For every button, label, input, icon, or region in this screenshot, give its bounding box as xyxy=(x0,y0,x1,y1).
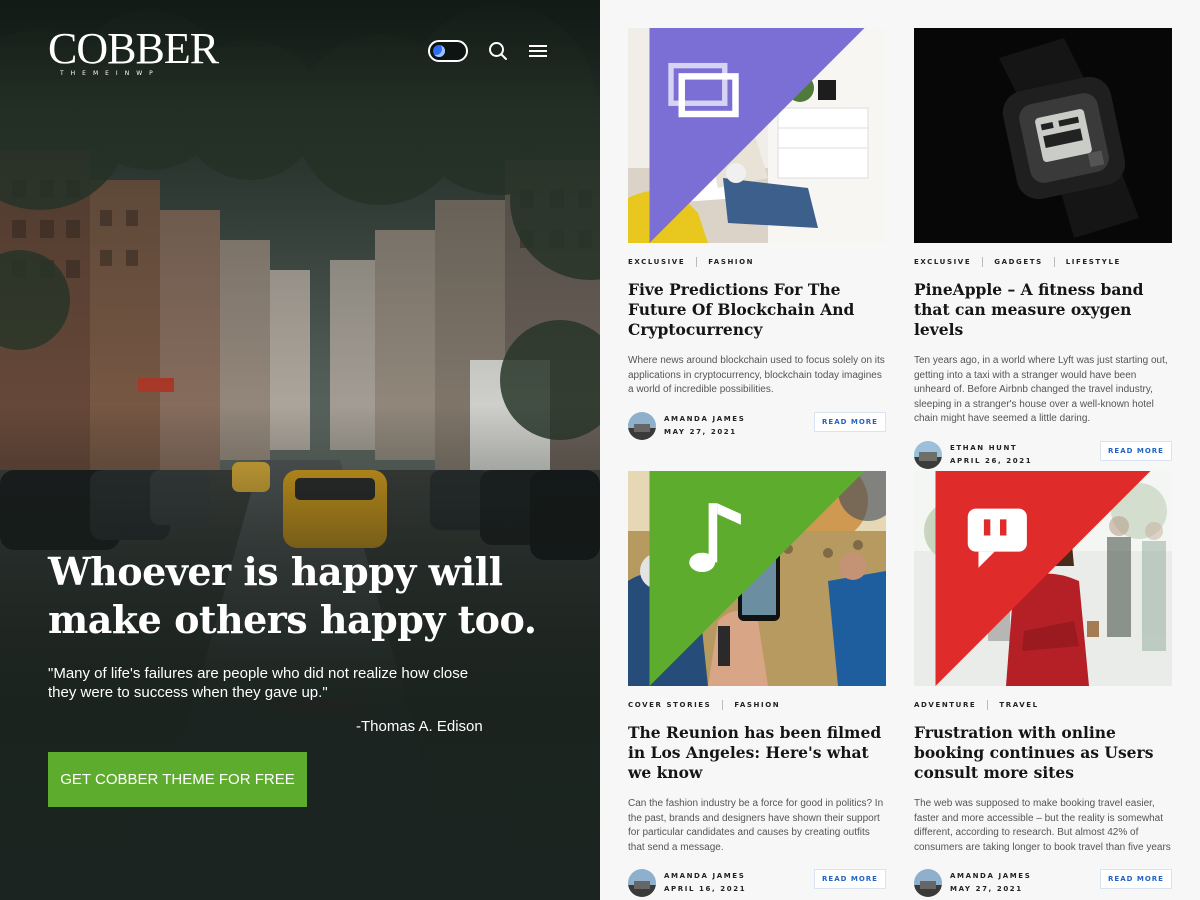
category-link[interactable]: GADGETS xyxy=(994,258,1043,266)
category-link[interactable]: ADVENTURE xyxy=(914,701,976,709)
category-divider xyxy=(696,257,698,267)
category-link[interactable]: FASHION xyxy=(734,701,780,709)
category-divider xyxy=(1053,257,1055,267)
category-link[interactable]: TRAVEL xyxy=(999,701,1038,709)
read-more-button[interactable]: READ MORE xyxy=(1100,869,1172,889)
post-thumbnail[interactable] xyxy=(628,28,886,243)
category-link[interactable]: FASHION xyxy=(708,258,754,266)
category-divider xyxy=(987,700,989,710)
post-excerpt: Can the fashion industry be a force for … xyxy=(628,798,884,853)
search-icon xyxy=(489,42,507,60)
post-meta: AMANDA JAMES MAY 27, 2021 READ MORE xyxy=(914,869,1172,897)
post-meta: AMANDA JAMES MAY 27, 2021 READ MORE xyxy=(628,411,886,440)
category-link[interactable]: LIFESTYLE xyxy=(1066,258,1121,266)
post-thumbnail[interactable] xyxy=(914,28,1172,243)
post-title[interactable]: Frustration with online booking continue… xyxy=(914,723,1172,783)
post-title[interactable]: PineApple – A fitness band that can meas… xyxy=(914,280,1172,340)
author-avatar[interactable] xyxy=(914,869,942,897)
format-corner-badge xyxy=(935,471,1151,686)
post-card: EXCLUSIVE GADGETS LIFESTYLE PineApple – … xyxy=(914,28,1172,469)
site-header: COBBER THEMEINWP xyxy=(48,24,548,78)
post-card: ADVENTURE TRAVEL Frustration with online… xyxy=(914,471,1172,897)
category-link[interactable]: COVER STORIES xyxy=(628,701,711,709)
post-excerpt: Ten years ago, in a world where Lyft was… xyxy=(914,355,1168,424)
post-categories: EXCLUSIVE FASHION xyxy=(628,257,886,267)
get-theme-button[interactable]: GET COBBER THEME FOR FREE xyxy=(48,752,307,807)
post-meta: ETHAN HUNT APRIL 26, 2021 READ MORE xyxy=(914,440,1172,469)
category-link[interactable]: EXCLUSIVE xyxy=(914,258,971,266)
hero-title: Whoever is happy will make others happy … xyxy=(48,549,537,642)
post-meta: AMANDA JAMES APRIL 16, 2021 READ MORE xyxy=(628,869,886,897)
post-thumbnail[interactable] xyxy=(914,471,1172,686)
post-thumbnail[interactable] xyxy=(628,471,886,686)
author-avatar[interactable] xyxy=(628,869,656,897)
post-card: COVER STORIES FASHION The Reunion has be… xyxy=(628,471,886,897)
read-more-button[interactable]: READ MORE xyxy=(1100,440,1172,461)
hero-quote-author: -Thomas A. Edison xyxy=(356,718,483,735)
logo-wordmark: COBBER xyxy=(48,24,219,73)
post-date: MAY 27, 2021 xyxy=(664,427,737,436)
author-avatar[interactable] xyxy=(914,440,942,469)
post-excerpt: Where news around blockchain used to foc… xyxy=(628,355,885,395)
post-date: MAY 27, 2021 xyxy=(950,885,1023,893)
menu-button[interactable] xyxy=(528,41,548,61)
post-categories: COVER STORIES FASHION xyxy=(628,700,886,710)
moon-icon xyxy=(433,45,445,57)
post-date: APRIL 26, 2021 xyxy=(950,456,1033,465)
menu-icon xyxy=(529,45,547,57)
post-title[interactable]: The Reunion has been filmed in Los Angel… xyxy=(628,723,886,783)
read-more-button[interactable]: READ MORE xyxy=(814,411,886,432)
post-excerpt: The web was supposed to make booking tra… xyxy=(914,798,1171,853)
author-name[interactable]: AMANDA JAMES xyxy=(664,872,745,880)
posts-grid: EXCLUSIVE FASHION Five Predictions For T… xyxy=(600,0,1200,900)
search-button[interactable] xyxy=(488,41,508,61)
author-avatar[interactable] xyxy=(628,411,656,440)
author-name[interactable]: AMANDA JAMES xyxy=(664,415,745,423)
category-divider xyxy=(982,257,984,267)
hero-section: COBBER THEMEINWP Whoever is happy will m… xyxy=(0,0,600,900)
category-divider xyxy=(722,700,724,710)
post-title[interactable]: Five Predictions For The Future Of Block… xyxy=(628,280,886,340)
format-corner-badge xyxy=(649,28,865,243)
author-name[interactable]: AMANDA JAMES xyxy=(950,872,1031,880)
format-corner-badge xyxy=(649,471,865,686)
post-date: APRIL 16, 2021 xyxy=(664,885,747,893)
post-card: EXCLUSIVE FASHION Five Predictions For T… xyxy=(628,28,886,440)
dark-mode-toggle[interactable] xyxy=(428,40,468,62)
hero-quote: "Many of life's failures are people who … xyxy=(48,665,469,701)
read-more-button[interactable]: READ MORE xyxy=(814,869,886,889)
post-categories: EXCLUSIVE GADGETS LIFESTYLE xyxy=(914,257,1172,267)
category-link[interactable]: EXCLUSIVE xyxy=(628,258,685,266)
post-categories: ADVENTURE TRAVEL xyxy=(914,700,1172,710)
header-actions xyxy=(428,40,548,62)
site-logo[interactable]: COBBER THEMEINWP xyxy=(48,24,219,78)
author-name[interactable]: ETHAN HUNT xyxy=(950,444,1017,452)
